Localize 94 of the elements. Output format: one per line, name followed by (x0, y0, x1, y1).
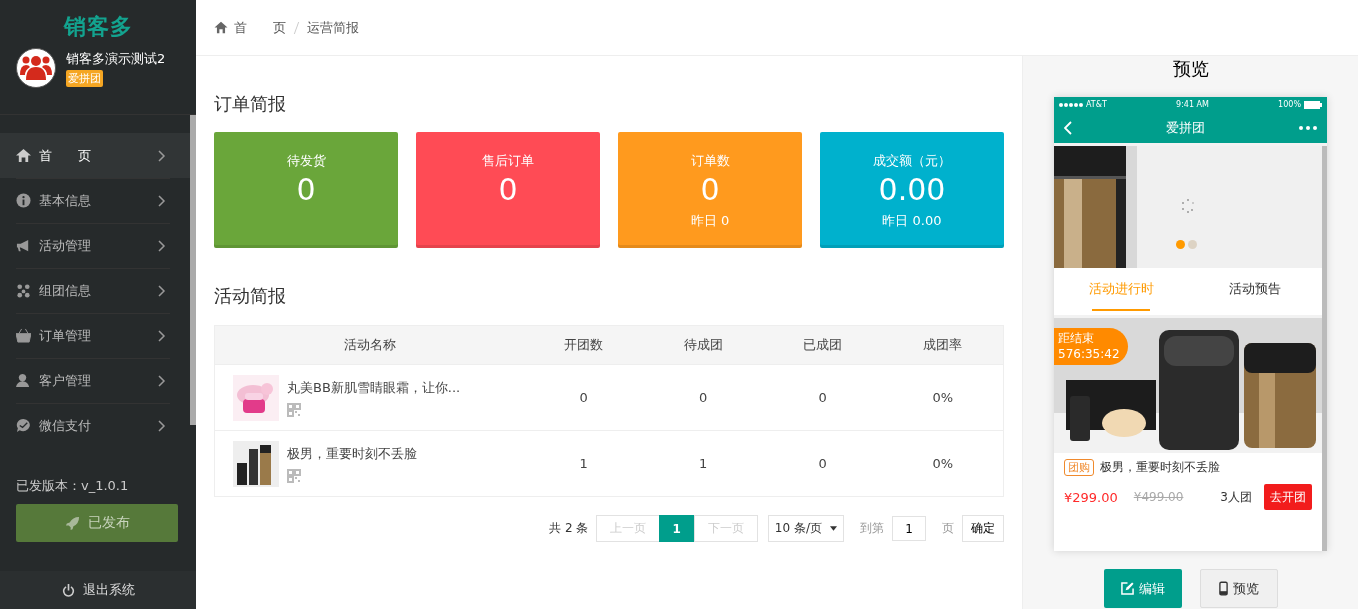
logout-button[interactable]: 退出系统 (0, 571, 196, 609)
chevron-icon (158, 149, 166, 162)
section-title: 活动简报 (214, 284, 287, 308)
version-label: 已发版本：v_1.0.1 (16, 477, 130, 495)
countdown-time: 576:35:42 (1058, 346, 1120, 362)
page-input[interactable]: 1 (892, 516, 926, 541)
chevron-icon (158, 194, 166, 207)
phone-icon (1218, 581, 1228, 596)
stat-title: 订单数 (690, 152, 730, 170)
column-header: 开团数 (524, 325, 644, 365)
stat-title: 成交额（元） (873, 152, 951, 170)
product-title: 极男，重要时刻不丢脸 (1100, 459, 1220, 476)
stat-value: 0 (296, 172, 316, 208)
power-icon (61, 583, 75, 597)
stat-value: 0 (700, 172, 720, 208)
column-header: 待成团 (643, 325, 763, 365)
stat-yesterday: 昨日 0.00 (882, 212, 942, 230)
breadcrumb-current: 运营简报 (307, 18, 359, 37)
edit-icon (1120, 582, 1134, 595)
menu-item[interactable]: 首 页 (0, 133, 190, 178)
qr-code-icon[interactable] (287, 468, 301, 483)
clock-label: 9:41 AM (1176, 100, 1209, 109)
column-header: 成团率 (882, 325, 1004, 365)
more-icon[interactable] (1299, 125, 1317, 130)
chevron-icon (158, 329, 166, 342)
menu-item[interactable]: 订单管理 (0, 313, 190, 358)
account-name: 销客多演示测试2 (66, 49, 166, 68)
column-header: 已成团 (763, 325, 883, 365)
stat-title: 待发货 (286, 152, 326, 170)
stat-yesterday: 昨日 0 (690, 212, 730, 230)
confirm-button[interactable]: 确定 (962, 515, 1004, 542)
avatar-icon (16, 48, 56, 88)
scrollbar[interactable] (190, 115, 196, 425)
menu-item[interactable]: 活动管理 (0, 223, 190, 268)
caret-icon (830, 526, 837, 531)
carousel-dot[interactable] (1176, 240, 1185, 249)
section-title: 订单简报 (214, 92, 287, 116)
home-icon (16, 148, 31, 163)
basket-icon (16, 328, 31, 343)
breadcrumb-link[interactable]: 首 页 (234, 18, 286, 37)
tab[interactable]: 活动预告 (1188, 268, 1322, 315)
total-count: 共 2 条 (549, 520, 589, 537)
group-buy-tag: 团购 (1064, 459, 1094, 476)
cluster-icon (16, 283, 31, 298)
back-icon[interactable] (1064, 120, 1072, 135)
table-cell: 0% (882, 364, 1004, 431)
home-icon (214, 21, 228, 34)
activity-name: 极男，重要时刻不丢脸 (287, 444, 417, 463)
page-size-select[interactable]: 10 条/页 (767, 515, 844, 542)
table-cell: 0 (763, 364, 883, 431)
chat-icon (16, 418, 31, 433)
account-badge: 爱拼团 (66, 69, 103, 87)
battery-icon (1304, 100, 1322, 109)
table-cell: 0 (524, 364, 644, 431)
menu-item[interactable]: 微信支付 (0, 403, 190, 448)
table-cell: 1 (524, 430, 644, 497)
loading-spinner-icon (1180, 198, 1196, 214)
column-header: 活动名称 (214, 325, 524, 365)
signal-icon (1059, 102, 1083, 107)
table-cell: 0 (763, 430, 883, 497)
table-cell: 0% (882, 430, 1004, 497)
activity-name: 丸美BB新肌雪睛眼霜，让你... (287, 378, 461, 397)
carousel-dot[interactable] (1188, 240, 1197, 249)
rocket-icon (64, 515, 80, 531)
chevron-icon (158, 284, 166, 297)
menu-item[interactable]: 客户管理 (0, 358, 190, 403)
menu-item[interactable]: 组团信息 (0, 268, 190, 313)
stat-title: 售后订单 (482, 152, 534, 170)
user-icon (16, 373, 31, 388)
stat-value: 0.00 (878, 172, 946, 208)
info-icon (16, 193, 31, 208)
nav-title: 爱拼团 (1166, 118, 1205, 137)
chevron-icon (158, 419, 166, 432)
megaphone-icon (16, 238, 31, 253)
carrier-label: AT&T (1086, 100, 1107, 109)
brand-logo: 销客多 (63, 13, 133, 41)
table-cell: 0 (643, 364, 763, 431)
group-size: 3人团 (1220, 488, 1252, 506)
chevron-icon (158, 374, 166, 387)
start-group-button[interactable]: 去开团 (1264, 484, 1312, 510)
preview-title: 预览 (1172, 57, 1209, 81)
goto-label: 到第 (860, 520, 884, 537)
chevron-icon (158, 239, 166, 252)
battery-label: 100% (1278, 100, 1301, 109)
table-cell: 1 (643, 430, 763, 497)
page-unit-label: 页 (942, 520, 954, 537)
qr-code-icon[interactable] (287, 402, 301, 417)
countdown-label: 距结束 (1058, 330, 1095, 346)
original-price: ¥499.00 (1133, 490, 1184, 504)
price: ¥299.00 (1064, 489, 1118, 505)
menu-item[interactable]: 基本信息 (0, 178, 190, 223)
preview-button[interactable]: 预览 (1199, 569, 1278, 608)
scrollbar[interactable] (1322, 146, 1327, 551)
stat-value: 0 (498, 172, 518, 208)
